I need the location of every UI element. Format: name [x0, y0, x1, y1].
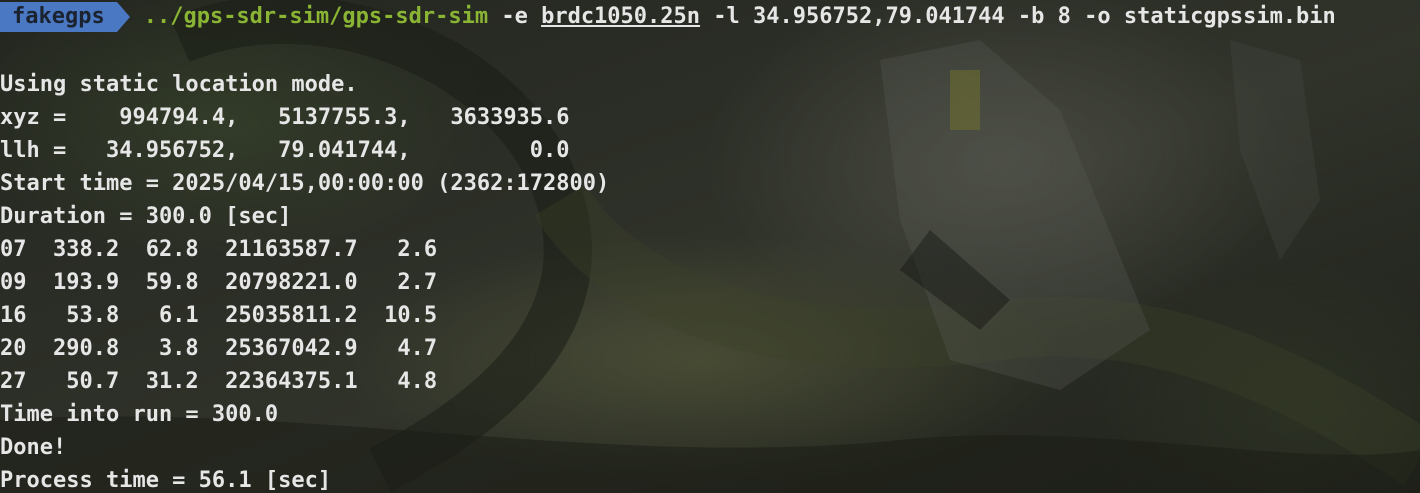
- command-arguments: -l 34.956752,79.041744 -b 8 -o staticgps…: [700, 4, 1336, 29]
- output-line: Process time = 56.1 [sec]: [0, 468, 332, 493]
- command-executable: ../gps-sdr-sim/gps-sdr-sim: [143, 4, 489, 29]
- satellite-row: 16 53.8 6.1 25035811.2 10.5: [0, 303, 438, 328]
- satellite-row: 20 290.8 3.8 25367042.9 4.7: [0, 336, 438, 361]
- prompt-directory-segment: fakegps: [0, 2, 117, 32]
- ephemeris-file-link[interactable]: brdc1050.25n: [541, 2, 700, 32]
- satellite-row: 07 338.2 62.8 21163587.7 2.6: [0, 237, 438, 262]
- command-line: fakegps ../gps-sdr-sim/gps-sdr-sim -e br…: [0, 2, 1336, 32]
- output-line: Duration = 300.0 [sec]: [0, 204, 292, 229]
- output-line: Using static location mode.: [0, 72, 358, 97]
- output-line: xyz = 994794.4, 5137755.3, 3633935.6: [0, 105, 570, 130]
- output-line: Done!: [0, 435, 67, 460]
- satellite-row: 09 193.9 59.8 20798221.0 2.7: [0, 270, 438, 295]
- output-line: Start time = 2025/04/15,00:00:00 (2362:1…: [0, 171, 610, 196]
- terminal-window[interactable]: fakegps ../gps-sdr-sim/gps-sdr-sim -e br…: [0, 0, 1420, 493]
- satellite-row: 27 50.7 31.2 22364375.1 4.8: [0, 369, 438, 394]
- output-line: llh = 34.956752, 79.041744, 0.0: [0, 138, 570, 163]
- output-line: Time into run = 300.0: [0, 402, 279, 427]
- command-flag-e: -e: [488, 4, 542, 29]
- prompt-arrow-icon: [116, 2, 130, 32]
